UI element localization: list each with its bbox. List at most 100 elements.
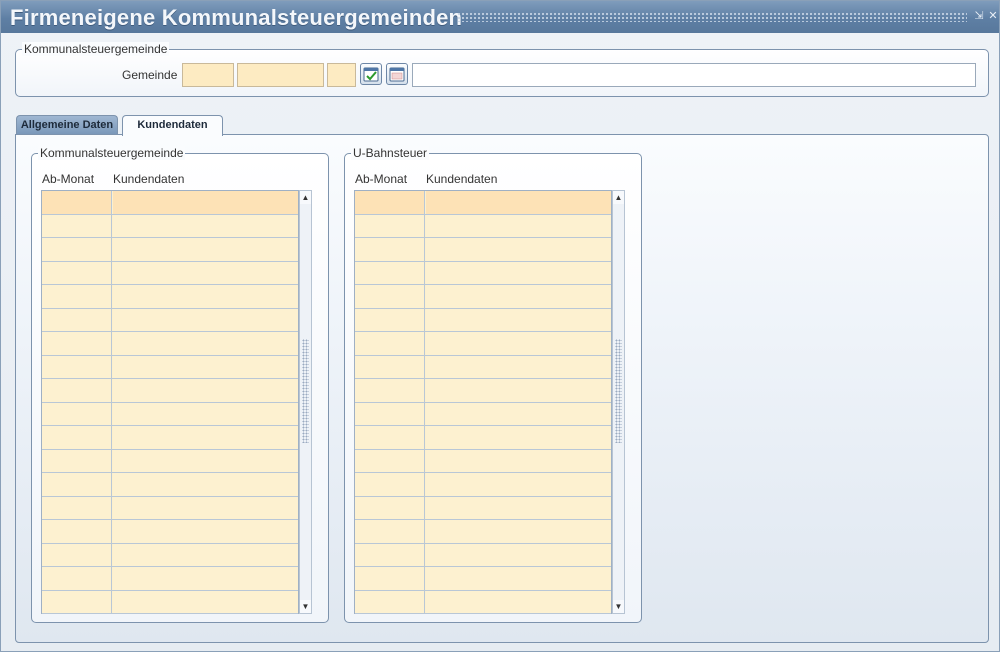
table-row[interactable] [355,191,611,215]
cell-kundendaten[interactable] [113,426,298,449]
table-row[interactable] [355,402,611,426]
cell-kundendaten[interactable] [113,590,298,613]
cell-ab-monat[interactable] [42,473,112,496]
table-row[interactable] [42,261,298,285]
cell-kundendaten[interactable] [113,261,298,284]
table-row[interactable] [355,379,611,403]
table-row[interactable] [42,332,298,356]
table-row[interactable] [355,238,611,262]
cell-kundendaten[interactable] [426,496,611,519]
scroll-down-icon[interactable]: ▼ [613,600,624,613]
cell-ab-monat[interactable] [355,449,425,472]
cell-ab-monat[interactable] [42,426,112,449]
cell-ab-monat[interactable] [42,590,112,613]
cell-ab-monat[interactable] [42,261,112,284]
cell-ab-monat[interactable] [355,308,425,331]
cell-ab-monat[interactable] [355,238,425,261]
vertical-scrollbar[interactable]: ▲ ▼ [612,190,625,614]
cell-kundendaten[interactable] [113,496,298,519]
table-row[interactable] [355,308,611,332]
cell-ab-monat[interactable] [42,449,112,472]
table-row[interactable] [355,590,611,614]
cell-kundendaten[interactable] [113,543,298,566]
gemeinde-name-field[interactable] [412,63,976,87]
tab-kundendaten[interactable]: Kundendaten [122,115,223,136]
cell-kundendaten[interactable] [113,379,298,402]
table-row[interactable] [42,567,298,591]
cell-kundendaten[interactable] [426,473,611,496]
table-row[interactable] [355,285,611,309]
cell-kundendaten[interactable] [426,355,611,378]
cell-kundendaten[interactable] [426,332,611,355]
table-row[interactable] [42,449,298,473]
cell-kundendaten[interactable] [426,590,611,613]
cell-ab-monat[interactable] [42,520,112,543]
cell-ab-monat[interactable] [355,473,425,496]
table-row[interactable] [42,520,298,544]
cell-ab-monat[interactable] [42,496,112,519]
cell-ab-monat[interactable] [355,261,425,284]
cell-kundendaten[interactable] [113,285,298,308]
cell-ab-monat[interactable] [355,379,425,402]
cell-kundendaten[interactable] [113,332,298,355]
table-row[interactable] [355,449,611,473]
table-row[interactable] [42,355,298,379]
cell-ab-monat[interactable] [42,214,112,237]
cell-ab-monat[interactable] [42,355,112,378]
calendar-check-button[interactable] [360,63,382,85]
cell-ab-monat[interactable] [355,355,425,378]
cell-ab-monat[interactable] [355,332,425,355]
cell-ab-monat[interactable] [42,332,112,355]
table-row[interactable] [355,261,611,285]
cell-kundendaten[interactable] [426,285,611,308]
cell-ab-monat[interactable] [42,567,112,590]
table-row[interactable] [42,191,298,215]
table-row[interactable] [42,379,298,403]
calendar-button[interactable] [386,63,408,85]
table-row[interactable] [355,496,611,520]
tab-allgemeine-daten[interactable]: Allgemeine Daten [16,115,118,135]
cell-ab-monat[interactable] [355,590,425,613]
cell-kundendaten[interactable] [426,567,611,590]
table-row[interactable] [355,214,611,238]
cell-kundendaten[interactable] [426,261,611,284]
table-row[interactable] [42,590,298,614]
cell-ab-monat[interactable] [355,191,425,214]
cell-kundendaten[interactable] [113,520,298,543]
cell-ab-monat[interactable] [355,285,425,308]
cell-ab-monat[interactable] [42,379,112,402]
gemeinde-field-1[interactable] [182,63,234,87]
table-row[interactable] [42,285,298,309]
table-row[interactable] [42,238,298,262]
cell-kundendaten[interactable] [113,191,298,214]
cell-kundendaten[interactable] [426,426,611,449]
table-row[interactable] [42,402,298,426]
table-row[interactable] [355,355,611,379]
cell-kundendaten[interactable] [113,308,298,331]
cell-kundendaten[interactable] [113,355,298,378]
gemeinde-field-3[interactable] [327,63,356,87]
cell-ab-monat[interactable] [42,308,112,331]
cell-kundendaten[interactable] [426,238,611,261]
cell-kundendaten[interactable] [426,308,611,331]
cell-ab-monat[interactable] [355,567,425,590]
cell-kundendaten[interactable] [426,543,611,566]
cell-kundendaten[interactable] [426,449,611,472]
scroll-thumb[interactable] [615,339,622,443]
cell-kundendaten[interactable] [113,214,298,237]
cell-ab-monat[interactable] [42,191,112,214]
cell-ab-monat[interactable] [355,402,425,425]
vertical-scrollbar[interactable]: ▲ ▼ [299,190,312,614]
minimize-icon[interactable]: ⇲ [973,10,985,22]
scroll-up-icon[interactable]: ▲ [613,191,624,204]
table-row[interactable] [42,214,298,238]
cell-kundendaten[interactable] [113,402,298,425]
table-row[interactable] [42,308,298,332]
scroll-up-icon[interactable]: ▲ [300,191,311,204]
table-row[interactable] [42,496,298,520]
cell-ab-monat[interactable] [42,285,112,308]
table-row[interactable] [355,426,611,450]
cell-kundendaten[interactable] [113,238,298,261]
cell-kundendaten[interactable] [426,402,611,425]
cell-ab-monat[interactable] [355,214,425,237]
